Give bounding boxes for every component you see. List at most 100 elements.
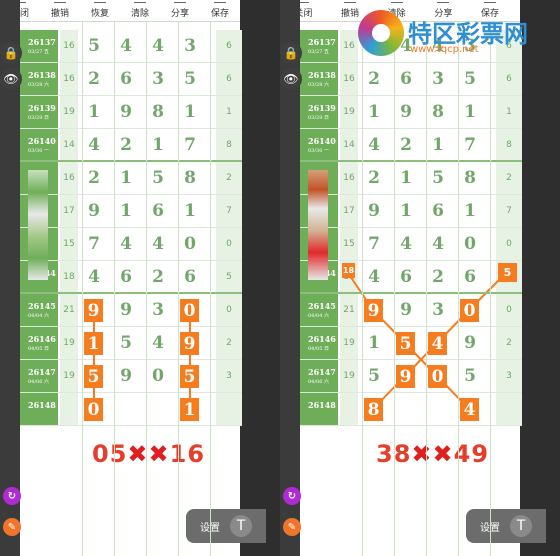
- digit-cell: 9: [120, 366, 132, 386]
- grid-line: [426, 22, 427, 556]
- sum-cell: 15: [60, 228, 78, 260]
- digit-cell: 7: [88, 234, 100, 254]
- refresh-icon[interactable]: ↻: [3, 487, 21, 505]
- side-cell: 0: [496, 294, 522, 326]
- digit-cell: 2: [88, 69, 100, 89]
- toolbar-item[interactable]: 撤销: [40, 0, 80, 21]
- digit-cell: 6: [152, 201, 164, 221]
- toolbar-item[interactable]: 清除: [120, 0, 160, 21]
- table-row: 26140 03/30 一 14 4 2 1 7 8: [20, 129, 242, 162]
- digit-cell: 4: [88, 135, 100, 155]
- pen-icon[interactable]: ✎: [283, 518, 301, 536]
- issue-number: 26148: [28, 400, 56, 410]
- blurred-region: [308, 170, 328, 280]
- side-cell: 2: [496, 327, 522, 359]
- side-mark: 5: [498, 263, 517, 282]
- digit-cell: 5: [88, 36, 100, 56]
- issue-number: 26140: [28, 136, 56, 146]
- issue-cell: 26146 04/05 日: [300, 327, 338, 359]
- issue-cell: 26140 03/30 一: [20, 129, 58, 161]
- side-cell: 2: [216, 162, 242, 194]
- lock-icon[interactable]: 🔒: [0, 42, 22, 64]
- settings-bar[interactable]: 设置 T: [466, 509, 546, 543]
- toolbar-label: 恢复: [90, 9, 109, 19]
- side-cell: 5: [216, 261, 242, 293]
- digit-cell: 4: [152, 234, 164, 254]
- highlight-mark: 5: [396, 332, 415, 355]
- issue-date: 03/29 日: [28, 115, 49, 121]
- issue-date: 03/30 一: [308, 148, 329, 154]
- digit-cell: 7: [368, 234, 380, 254]
- table-row: 26138 03/28 六 16 2 6 3 5 6: [20, 63, 242, 96]
- text-tool-button[interactable]: T: [510, 515, 532, 537]
- issue-cell: 26137 03/27 五: [300, 30, 338, 62]
- digit-cell: 6: [184, 267, 196, 287]
- issue-date: 03/27 五: [28, 49, 49, 55]
- toolbar-icon: [390, 2, 403, 8]
- toolbar-icon: [437, 2, 450, 8]
- logo-icon: [358, 10, 404, 56]
- issue-cell: 26145 04/04 六: [20, 294, 58, 326]
- formula-x: ✖✖: [411, 440, 454, 468]
- digit-cell: 8: [152, 102, 164, 122]
- sum-cell: 14: [60, 129, 78, 161]
- text-icon: T: [516, 518, 526, 534]
- issue-number: 26145: [28, 301, 56, 311]
- toolbar-icon: [174, 2, 186, 8]
- grid-line: [178, 22, 179, 556]
- issue-number: 26148: [308, 400, 336, 410]
- digit-cell: 8: [432, 102, 444, 122]
- digit-cell: 5: [120, 333, 132, 353]
- digit-cell: 6: [400, 267, 412, 287]
- digit-cell: 1: [400, 168, 412, 188]
- table-row: 2614504/04 六2199300: [20, 294, 242, 327]
- side-cell: 2: [216, 327, 242, 359]
- issue-cell: 26147 04/06 六: [300, 360, 338, 392]
- digit-cell: 6: [400, 69, 412, 89]
- eye-icon[interactable]: 👁: [280, 68, 302, 90]
- formula-a: 05: [92, 440, 128, 468]
- sum-cell: 19: [60, 96, 78, 128]
- issue-number: 26138: [308, 70, 336, 80]
- table-row: 26148: [20, 393, 242, 426]
- side-cell: 0: [496, 228, 522, 260]
- highlight-mark: 5: [84, 365, 103, 388]
- toolbar-item[interactable]: 恢复: [80, 0, 120, 21]
- group-separator: [20, 292, 242, 294]
- right-dark-edge: [520, 0, 560, 556]
- toolbar-item[interactable]: 分享: [160, 0, 200, 21]
- formula-x: ✖✖: [127, 440, 170, 468]
- eye-icon[interactable]: 👁: [0, 68, 22, 90]
- draw-grid: 2613703/27 五16544362613803/28 六162635626…: [20, 22, 242, 556]
- issue-number: 26140: [308, 136, 336, 146]
- side-cell: [496, 393, 522, 425]
- digit-cell: 3: [152, 69, 164, 89]
- digit-cell: 5: [464, 366, 476, 386]
- sum-cell: 17: [60, 195, 78, 227]
- table-row: 261441846265: [20, 261, 242, 294]
- highlight-mark: 1: [84, 332, 103, 355]
- highlight-mark: 9: [364, 299, 383, 322]
- table-row: 26140 03/30 一 14 4 2 1 7 8: [300, 129, 522, 162]
- sum-cell: [60, 393, 78, 425]
- digit-cell: 4: [152, 36, 164, 56]
- digit-cell: 0: [464, 234, 476, 254]
- toolbar-item[interactable]: 保存: [200, 0, 240, 21]
- table-row: 17 9 1 6 1 7: [300, 195, 522, 228]
- settings-bar[interactable]: 设置 T: [186, 509, 266, 543]
- pen-icon[interactable]: ✎: [3, 518, 21, 536]
- side-cell: 0: [216, 294, 242, 326]
- side-cell: 0: [216, 228, 242, 260]
- digit-cell: 1: [464, 201, 476, 221]
- draw-grid: 2613703/27 五16544362613803/28 六162635626…: [300, 22, 522, 556]
- lock-icon[interactable]: 🔒: [280, 42, 302, 64]
- text-tool-button[interactable]: T: [230, 515, 252, 537]
- grid-line: [82, 22, 83, 556]
- issue-number: 26139: [28, 103, 56, 113]
- sum-cell: 19: [340, 360, 358, 392]
- digit-cell: 4: [368, 267, 380, 287]
- formula-text: 38✖✖49: [376, 440, 489, 468]
- table-row: 26139 03/29 日 19 1 9 8 1 1: [300, 96, 522, 129]
- text-icon: T: [236, 518, 246, 534]
- refresh-icon[interactable]: ↻: [283, 487, 301, 505]
